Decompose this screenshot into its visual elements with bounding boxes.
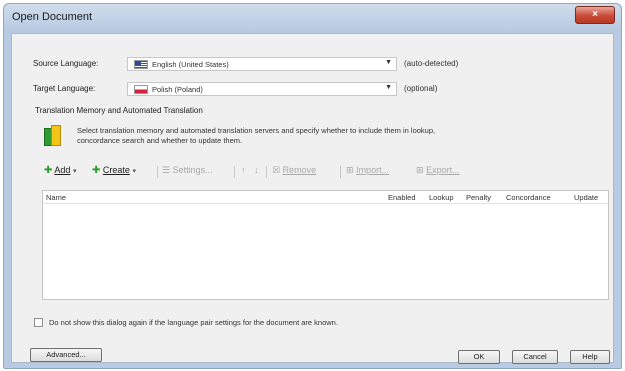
tm-toolbar: ✚ Add ▾ ✚ Create ▾ ☰ Settings... ↑ ↓ ☒ R… <box>44 165 514 181</box>
tm-list[interactable]: Name Enabled Lookup Penalty Concordance … <box>42 190 609 300</box>
import-icon: ⊞ <box>346 165 354 175</box>
cancel-button[interactable]: Cancel <box>512 350 558 364</box>
do-not-show-again-checkbox[interactable] <box>34 318 43 327</box>
tm-description: Select translation memory and automated … <box>77 126 577 146</box>
tm-section-title: Translation Memory and Automated Transla… <box>35 106 203 115</box>
us-flag-icon <box>134 60 148 69</box>
dropdown-arrow-icon: ▼ <box>385 59 392 66</box>
create-button[interactable]: ✚ Create ▾ <box>92 165 136 176</box>
settings-button[interactable]: ☰ Settings... <box>162 165 213 176</box>
ok-button[interactable]: OK <box>458 350 500 364</box>
create-icon: ✚ <box>92 165 101 176</box>
remove-label: Remove <box>282 165 317 175</box>
column-lookup[interactable]: Lookup <box>429 193 454 202</box>
export-label: Export... <box>426 165 460 175</box>
column-penalty[interactable]: Penalty <box>466 193 491 202</box>
title-bar[interactable]: Open Document × <box>4 4 621 30</box>
remove-icon: ☒ <box>272 165 281 175</box>
help-button[interactable]: Help <box>570 350 610 364</box>
add-icon: ✚ <box>44 165 53 176</box>
import-button[interactable]: ⊞ Import... <box>346 165 389 176</box>
source-language-value: English (United States) <box>152 60 229 69</box>
move-up-button[interactable]: ↑ <box>241 165 246 175</box>
advanced-button[interactable]: Advanced... <box>30 348 102 362</box>
target-language-dropdown[interactable]: Polish (Poland) ▼ <box>127 82 397 96</box>
close-button[interactable]: × <box>575 6 615 24</box>
settings-label: Settings... <box>172 165 213 175</box>
import-label: Import... <box>356 165 390 175</box>
arrow-down-icon: ↓ <box>254 165 259 175</box>
open-document-dialog: Open Document × Source Language: English… <box>3 3 622 369</box>
dropdown-arrow-icon: ▼ <box>385 84 392 91</box>
move-down-button[interactable]: ↓ <box>254 165 259 175</box>
tm-list-header: Name Enabled Lookup Penalty Concordance … <box>43 191 608 204</box>
source-language-label: Source Language: <box>33 59 99 68</box>
chevron-down-icon: ▾ <box>72 168 77 175</box>
create-label: Create <box>102 165 130 175</box>
add-button[interactable]: ✚ Add ▾ <box>44 165 76 176</box>
column-enabled[interactable]: Enabled <box>388 193 416 202</box>
source-language-dropdown[interactable]: English (United States) ▼ <box>127 57 397 71</box>
target-language-value: Polish (Poland) <box>152 85 203 94</box>
pl-flag-icon <box>134 85 148 94</box>
column-name[interactable]: Name <box>46 193 66 202</box>
column-concordance[interactable]: Concordance <box>506 193 551 202</box>
add-label: Add <box>54 165 71 175</box>
do-not-show-again-label[interactable]: Do not show this dialog again if the lan… <box>49 318 338 327</box>
tm-description-line-2: concordance search and whether to update… <box>77 136 243 145</box>
close-icon: × <box>592 9 598 20</box>
dialog-client-area: Source Language: English (United States)… <box>11 33 614 364</box>
remove-button[interactable]: ☒ Remove <box>272 165 316 176</box>
arrow-up-icon: ↑ <box>241 165 246 175</box>
chevron-down-icon: ▾ <box>132 168 136 175</box>
source-language-note: (auto-detected) <box>404 59 459 68</box>
target-language-label: Target Language: <box>33 84 96 93</box>
tm-description-line-1: Select translation memory and automated … <box>77 126 436 135</box>
export-button[interactable]: ⊞ Export... <box>416 165 460 176</box>
export-icon: ⊞ <box>416 165 424 175</box>
column-update[interactable]: Update <box>574 193 598 202</box>
settings-icon: ☰ <box>162 165 171 175</box>
translation-memory-icon <box>44 125 61 146</box>
window-title: Open Document <box>12 11 93 23</box>
target-language-note: (optional) <box>404 84 438 93</box>
